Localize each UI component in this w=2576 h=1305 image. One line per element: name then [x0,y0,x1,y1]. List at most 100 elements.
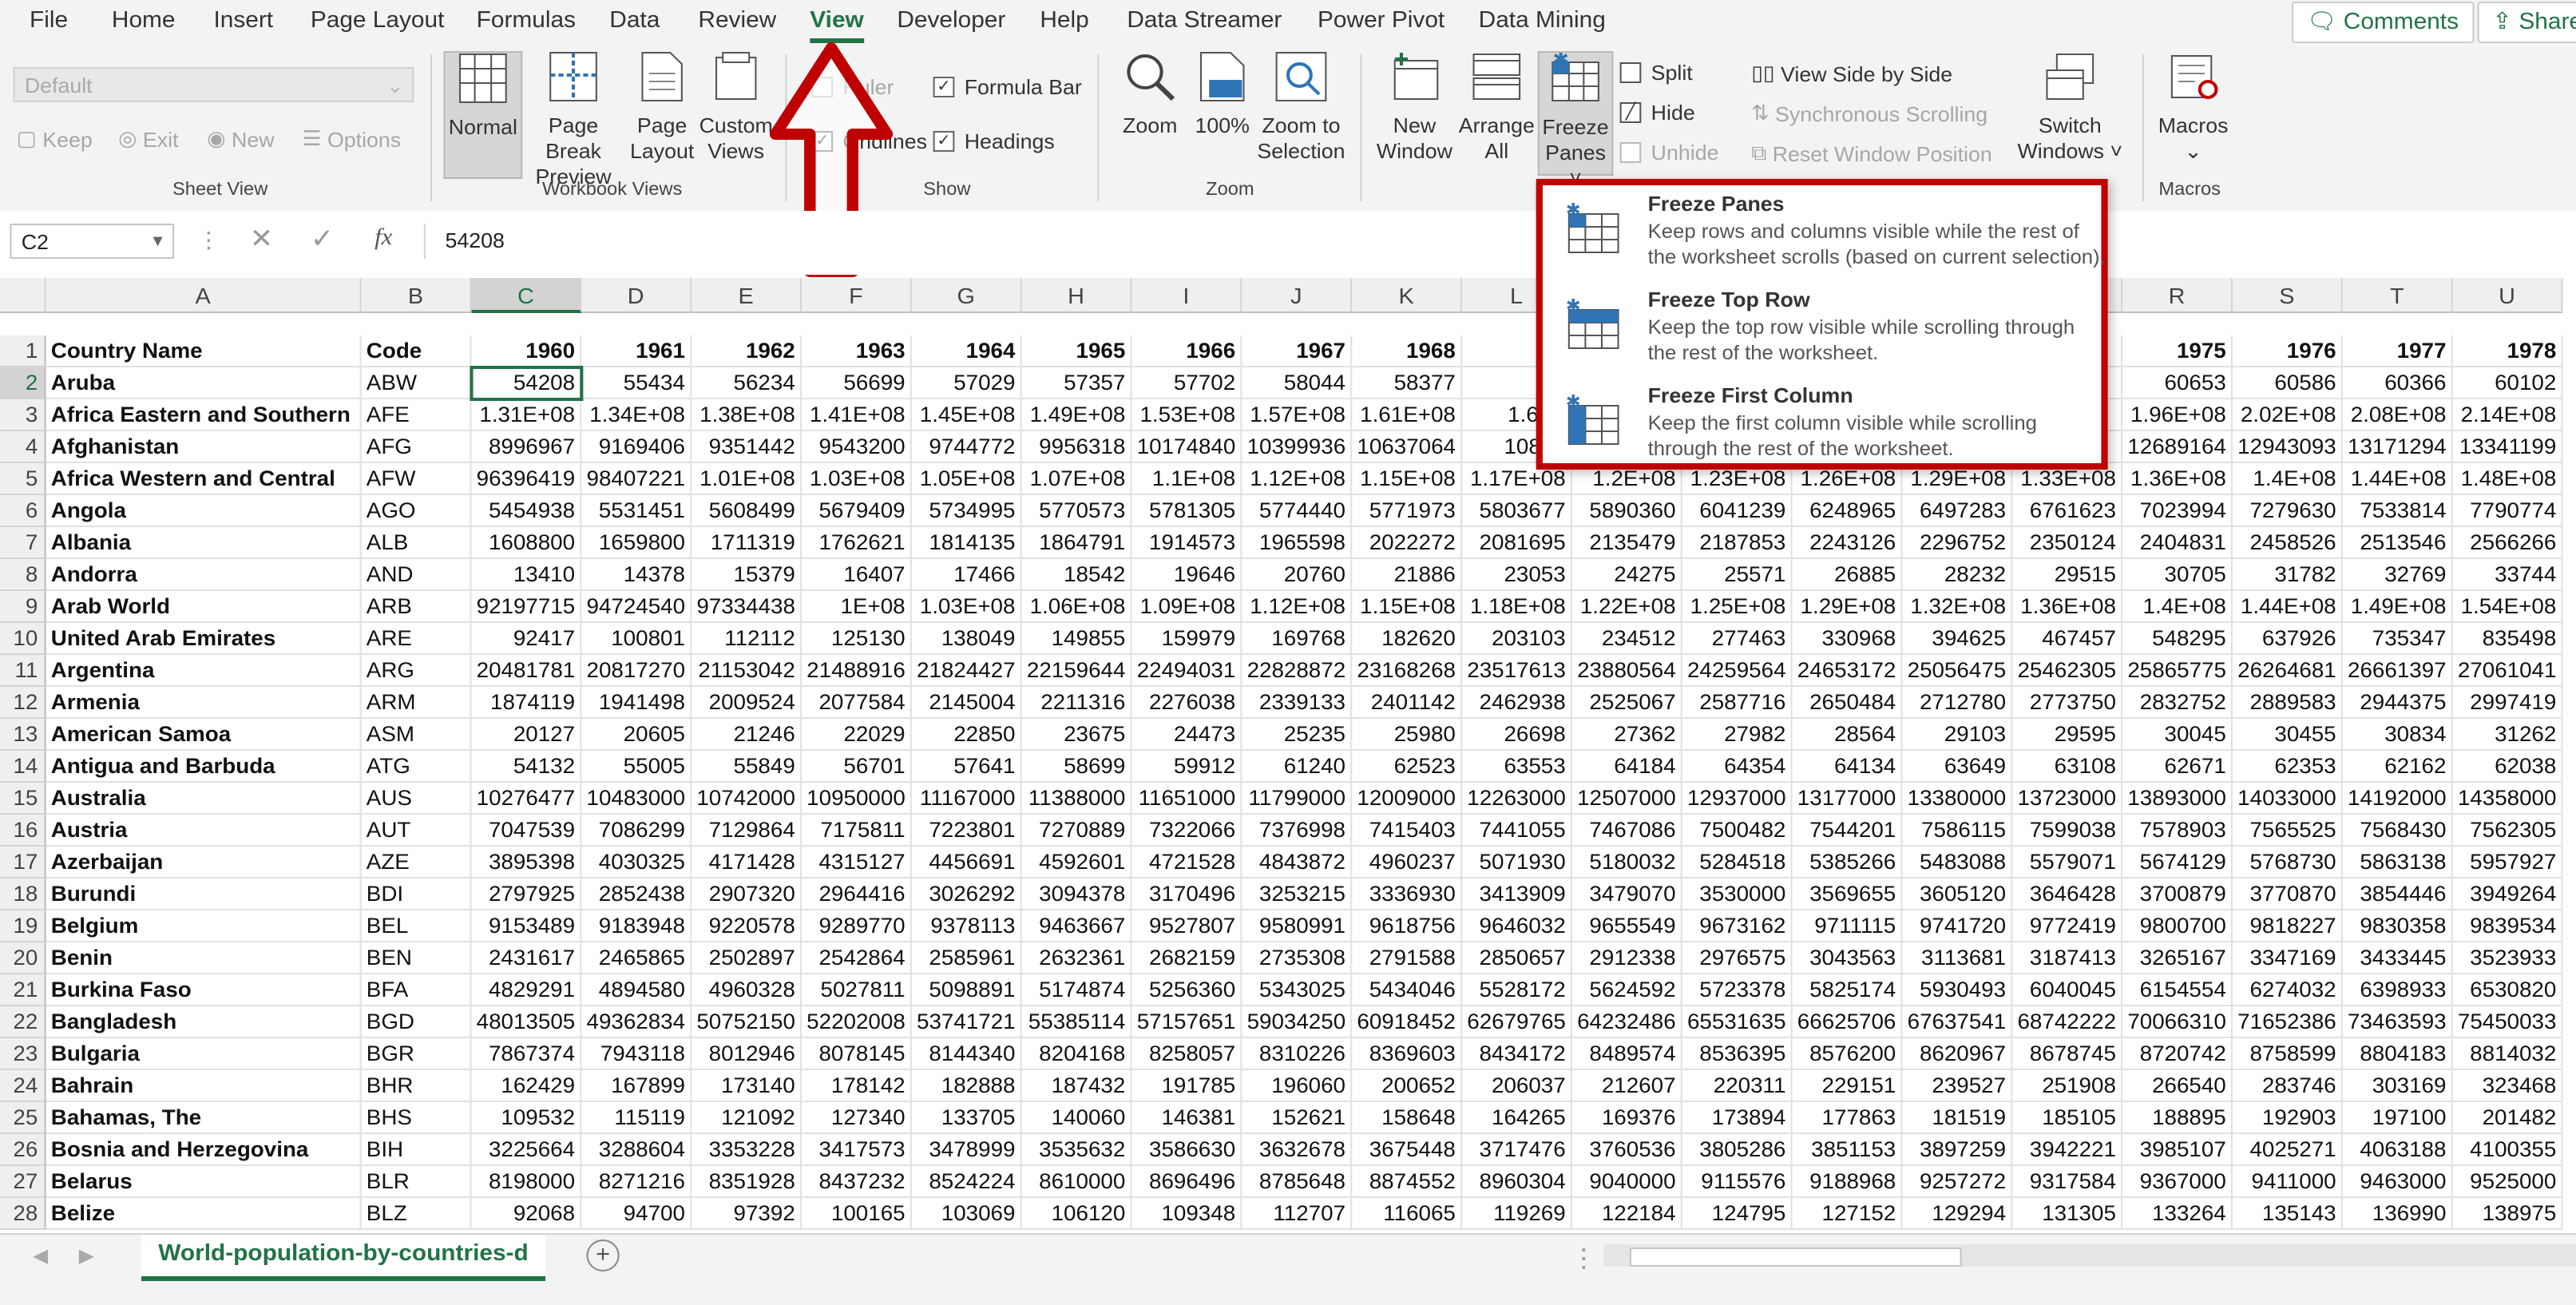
table-cell[interactable]: 64354 [1682,751,1793,783]
table-cell[interactable]: 2077584 [802,687,912,719]
table-cell[interactable]: 119269 [1462,1198,1572,1230]
table-cell[interactable]: 182620 [1352,623,1463,655]
table-cell[interactable]: 1960 [471,335,582,367]
freeze-panes-option[interactable]: ✱ Freeze Panes Keep rows and columns vis… [1566,192,2108,281]
table-cell[interactable]: 62671 [2122,751,2233,783]
table-cell[interactable]: 20127 [471,719,582,751]
table-cell[interactable]: 149855 [1021,623,1132,655]
table-cell[interactable]: 1977 [2342,335,2453,367]
table-cell[interactable]: 57357 [1021,367,1132,399]
table-cell[interactable]: 5483088 [1902,847,2013,879]
table-cell[interactable]: 8489574 [1571,1038,1682,1070]
row-header[interactable]: 26 [0,1134,46,1166]
table-cell[interactable]: 7790774 [2452,495,2563,527]
table-cell[interactable]: 7129864 [692,815,803,847]
scrollbar-thumb[interactable] [1629,1247,1962,1267]
table-cell[interactable]: 1.1E+08 [1131,463,1242,495]
table-cell[interactable]: 62523 [1352,751,1463,783]
table-cell[interactable]: BIH [361,1134,472,1166]
table-cell[interactable]: 97334438 [692,591,803,623]
tab-home[interactable]: Home [112,8,176,34]
table-cell[interactable]: Arab World [46,591,362,623]
table-cell[interactable]: 64184 [1571,751,1682,783]
table-cell[interactable]: 24259564 [1682,655,1793,687]
table-cell[interactable]: 9188968 [1792,1166,1903,1198]
table-cell[interactable]: 2566266 [2452,527,2563,559]
table-cell[interactable]: 3433445 [2342,942,2453,974]
table-cell[interactable]: 4100355 [2452,1134,2563,1166]
table-cell[interactable]: 56699 [802,367,912,399]
table-cell[interactable]: 112112 [692,623,803,655]
table-cell[interactable]: Bahamas, The [46,1102,362,1134]
table-cell[interactable]: 7376998 [1242,815,1353,847]
table-cell[interactable]: 26661397 [2342,655,2453,687]
switch-windows-button[interactable]: Switch Windows ˅ [2014,51,2126,165]
table-cell[interactable]: 8271216 [581,1166,692,1198]
table-cell[interactable]: 1762621 [802,527,912,559]
horizontal-scrollbar[interactable] [1603,1244,2576,1267]
table-cell[interactable]: 5674129 [2122,847,2233,879]
row-header[interactable]: 3 [0,399,46,431]
table-cell[interactable]: 3170496 [1131,879,1242,910]
table-cell[interactable]: 7599038 [2012,815,2123,847]
table-cell[interactable]: 140060 [1021,1102,1132,1134]
table-cell[interactable]: 13410 [471,559,582,591]
table-cell[interactable]: 9525000 [2452,1166,2563,1198]
table-cell[interactable]: 1.12E+08 [1242,463,1353,495]
row-header[interactable]: 6 [0,495,46,527]
table-cell[interactable]: 10637064 [1352,431,1463,463]
table-cell[interactable]: 8078145 [802,1038,912,1070]
row-header[interactable]: 12 [0,687,46,719]
table-cell[interactable]: 9153489 [471,910,582,942]
table-cell[interactable]: 62162 [2342,751,2453,783]
table-cell[interactable]: 14378 [581,559,692,591]
table-cell[interactable]: 2852438 [581,879,692,910]
table-cell[interactable]: 1.15E+08 [1352,591,1463,623]
exit-button[interactable]: ◎ Exit [118,126,178,152]
row-header[interactable]: 22 [0,1006,46,1038]
table-cell[interactable]: 9673162 [1682,910,1793,942]
formula-bar-checkbox[interactable]: ✓ Formula Bar [933,75,1082,99]
tab-data-streamer[interactable]: Data Streamer [1127,8,1282,34]
table-cell[interactable]: 3478999 [911,1134,1022,1166]
table-cell[interactable]: 1.49E+08 [2342,591,2453,623]
formula-input[interactable]: 54208 [423,224,2576,259]
table-cell[interactable]: 1.4E+08 [2122,591,2233,623]
table-cell[interactable]: 2907320 [692,879,803,910]
table-cell[interactable]: 8874552 [1352,1166,1463,1198]
table-cell[interactable]: 3113681 [1902,942,2013,974]
table-cell[interactable]: 2462938 [1462,687,1572,719]
table-cell[interactable]: 1.54E+08 [2452,591,2563,623]
table-cell[interactable]: 1.12E+08 [1242,591,1353,623]
table-cell[interactable]: 71652386 [2233,1006,2343,1038]
table-cell[interactable]: 9655549 [1571,910,1682,942]
table-cell[interactable]: 6497283 [1902,495,2013,527]
table-cell[interactable]: 29515 [2012,559,2123,591]
table-cell[interactable]: 9543200 [802,431,912,463]
table-cell[interactable]: 303169 [2342,1070,2453,1102]
table-cell[interactable]: 136990 [2342,1198,2453,1230]
table-cell[interactable]: 164265 [1462,1102,1572,1134]
table-cell[interactable]: 1.53E+08 [1131,399,1242,431]
table-cell[interactable]: 1608800 [471,527,582,559]
table-cell[interactable]: 9115576 [1682,1166,1793,1198]
table-cell[interactable]: 177863 [1792,1102,1903,1134]
table-cell[interactable]: Bangladesh [46,1006,362,1038]
row-header[interactable]: 15 [0,783,46,815]
table-cell[interactable]: 133705 [911,1102,1022,1134]
table-cell[interactable]: 8720742 [2122,1038,2233,1070]
table-cell[interactable]: 21824427 [911,655,1022,687]
table-cell[interactable]: 20817270 [581,655,692,687]
table-cell[interactable]: 55434 [581,367,692,399]
table-cell[interactable]: 6154554 [2122,974,2233,1006]
table-cell[interactable]: 9711115 [1792,910,1903,942]
macros-button[interactable]: Macros ⌄ [2152,51,2234,165]
table-cell[interactable]: 67637541 [1902,1006,2013,1038]
table-cell[interactable]: Africa Western and Central [46,463,362,495]
page-break-preview-button[interactable]: Page Break Preview [522,51,624,190]
table-cell[interactable]: 188895 [2122,1102,2233,1134]
row-header[interactable]: 25 [0,1102,46,1134]
table-cell[interactable]: 394625 [1902,623,2013,655]
table-cell[interactable]: 1.57E+08 [1242,399,1353,431]
table-cell[interactable]: 467457 [2012,623,2123,655]
